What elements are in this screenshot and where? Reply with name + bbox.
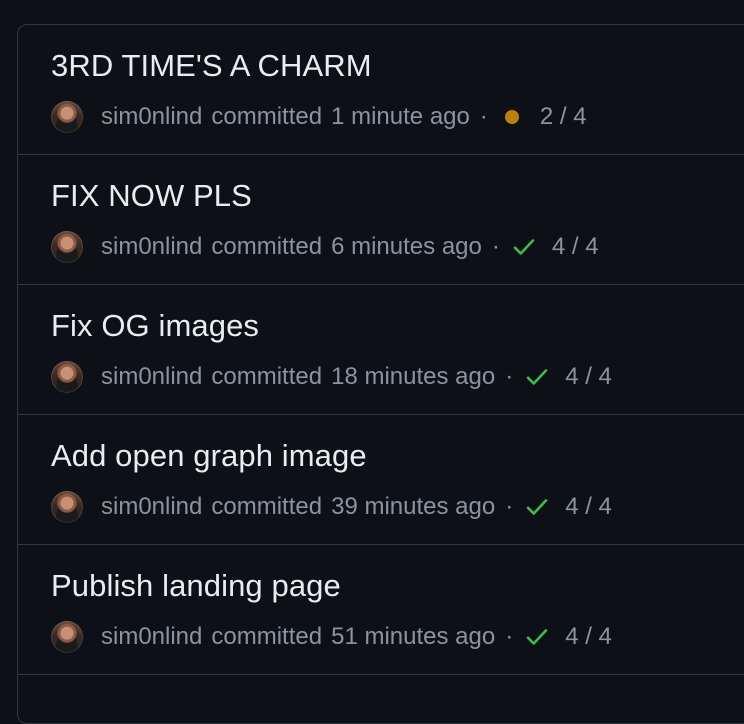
commit-title[interactable]: Publish landing page: [51, 568, 341, 604]
commit-author[interactable]: sim0nlind: [101, 233, 202, 261]
commit-meta: sim0nlind committed 51 minutes ago · 4 /…: [51, 619, 612, 655]
checks-count[interactable]: 4 / 4: [565, 623, 612, 651]
commit-verb: committed: [211, 103, 323, 130]
commit-verb: committed: [211, 363, 323, 390]
commit-title[interactable]: Fix OG images: [51, 308, 259, 344]
commit-row[interactable]: Publish landing page sim0nlind committed…: [18, 545, 744, 675]
commit-row[interactable]: FIX NOW PLS sim0nlind committed 6 minute…: [18, 155, 744, 285]
avatar[interactable]: [51, 491, 83, 523]
commit-verb: committed: [211, 493, 323, 520]
commit-title[interactable]: 3RD TIME'S A CHARM: [51, 48, 372, 84]
check-icon[interactable]: [523, 363, 551, 391]
commit-meta: sim0nlind committed 1 minute ago · 2 / 4: [51, 99, 587, 135]
commit-title[interactable]: Add open graph image: [51, 438, 367, 474]
commit-list: 3RD TIME'S A CHARM sim0nlind committed 1…: [17, 24, 744, 724]
check-icon[interactable]: [510, 233, 538, 261]
separator: ·: [505, 493, 514, 520]
commit-time[interactable]: 39 minutes ago: [331, 493, 495, 521]
commit-row[interactable]: Fix OG images sim0nlind committed 18 min…: [18, 285, 744, 415]
commit-verb: committed: [211, 623, 323, 650]
checks-count[interactable]: 4 / 4: [552, 233, 599, 261]
separator: ·: [505, 363, 514, 390]
check-icon[interactable]: [523, 493, 551, 521]
commit-row[interactable]: 3RD TIME'S A CHARM sim0nlind committed 1…: [18, 25, 744, 155]
avatar[interactable]: [51, 361, 83, 393]
commit-verb: committed: [211, 233, 323, 260]
avatar[interactable]: [51, 621, 83, 653]
commit-time[interactable]: 6 minutes ago: [331, 233, 482, 261]
commit-author[interactable]: sim0nlind: [101, 493, 202, 521]
commit-title[interactable]: FIX NOW PLS: [51, 178, 252, 214]
avatar[interactable]: [51, 101, 83, 133]
commit-time[interactable]: 18 minutes ago: [331, 363, 495, 391]
checks-count[interactable]: 4 / 4: [565, 363, 612, 391]
checks-count[interactable]: 4 / 4: [565, 493, 612, 521]
commit-meta: sim0nlind committed 39 minutes ago · 4 /…: [51, 489, 612, 525]
commit-row[interactable]: Add open graph image sim0nlind committed…: [18, 415, 744, 545]
avatar[interactable]: [51, 231, 83, 263]
commit-time[interactable]: 1 minute ago: [331, 103, 470, 131]
separator: ·: [505, 623, 514, 650]
commit-author[interactable]: sim0nlind: [101, 103, 202, 131]
commit-author[interactable]: sim0nlind: [101, 623, 202, 651]
check-icon[interactable]: [523, 623, 551, 651]
dot-fill-icon[interactable]: [498, 103, 526, 131]
commit-time[interactable]: 51 minutes ago: [331, 623, 495, 651]
commit-author[interactable]: sim0nlind: [101, 363, 202, 391]
separator: ·: [479, 103, 488, 130]
separator: ·: [491, 233, 500, 260]
commit-meta: sim0nlind committed 6 minutes ago · 4 / …: [51, 229, 599, 265]
commit-meta: sim0nlind committed 18 minutes ago · 4 /…: [51, 359, 612, 395]
checks-count[interactable]: 2 / 4: [540, 103, 587, 131]
